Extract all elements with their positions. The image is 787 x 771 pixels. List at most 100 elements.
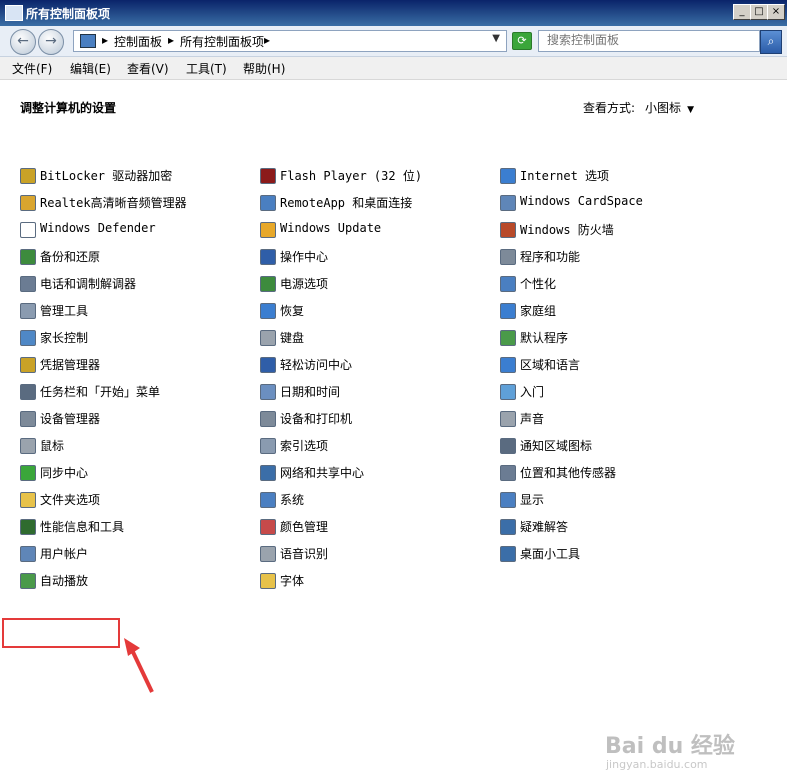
control-panel-item-label: 通知区域图标 (520, 439, 593, 453)
search-input[interactable] (539, 31, 747, 49)
control-panel-item-label: 字体 (280, 574, 305, 588)
taskbar-icon (20, 384, 36, 400)
close-button[interactable]: × (767, 4, 785, 20)
sync-center-icon (20, 465, 36, 481)
control-panel-item-label: 默认程序 (520, 331, 569, 345)
search-button[interactable]: ⌕ (760, 30, 782, 54)
menu-view[interactable]: 查看(V) (127, 60, 169, 77)
flash-player-icon (260, 168, 276, 184)
indexing-icon (260, 438, 276, 454)
control-panel-icon (80, 34, 96, 48)
control-panel-item-label: 语音识别 (280, 547, 329, 561)
network-icon (260, 465, 276, 481)
control-panel-item-label: RemoteApp 和桌面连接 (280, 196, 413, 210)
minimize-button[interactable]: _ (733, 4, 751, 20)
refresh-icon: ⟳ (517, 34, 527, 47)
control-panel-item-label: 恢复 (280, 304, 305, 318)
view-mode-value[interactable]: 小图标 (645, 101, 681, 115)
watermark-brand: Bai du 经验 (605, 734, 735, 759)
breadcrumb-control-panel[interactable]: 控制面板 (114, 33, 162, 50)
control-panel-item-label: 系统 (280, 493, 305, 507)
search-box[interactable] (538, 30, 760, 52)
control-panel-item-label: 家长控制 (40, 331, 89, 345)
breadcrumb-separator: ▸ (264, 33, 271, 47)
title-bar: 所有控制面板项 _ □ × (0, 0, 787, 26)
control-panel-item-label: 操作中心 (280, 250, 329, 264)
back-button[interactable]: ← (10, 29, 36, 55)
control-panel-item-label: 任务栏和「开始」菜单 (40, 385, 161, 399)
search-icon: ⌕ (767, 34, 775, 48)
maximize-button[interactable]: □ (750, 4, 768, 20)
control-panel-item-label: 管理工具 (40, 304, 89, 318)
homegroup-icon (500, 303, 516, 319)
control-panel-item-label: Realtek高清晰音频管理器 (40, 196, 187, 210)
control-panel-item-label: Internet 选项 (520, 169, 610, 183)
ease-of-access-icon (260, 357, 276, 373)
device-manager-icon (20, 411, 36, 427)
breadcrumb-all-items[interactable]: 所有控制面板项 (180, 33, 264, 50)
printer-icon (260, 411, 276, 427)
programs-icon (500, 249, 516, 265)
control-panel-item-label: 个性化 (520, 277, 557, 291)
phone-modem-icon (20, 276, 36, 292)
control-panel-item-label: 用户帐户 (40, 547, 89, 561)
troubleshooting-icon (500, 519, 516, 535)
menu-help[interactable]: 帮助(H) (243, 60, 285, 77)
control-panel-item-label: Windows Defender (40, 221, 156, 235)
red-arrow-icon (124, 638, 154, 693)
control-panel-item-label: 电话和调制解调器 (40, 277, 137, 291)
control-panel-item-label: 网络和共享中心 (280, 466, 365, 480)
control-panel-item-label: BitLocker 驱动器加密 (40, 169, 173, 183)
content-area: 调整计算机的设置 查看方式: 小图标 ▼ BitLocker 驱动器加密 Realte… (0, 80, 787, 771)
color-management-icon (260, 519, 276, 535)
control-panel-icon (5, 5, 23, 21)
navigation-bar: ← → ▸ 控制面板 ▸ 所有控制面板项 ▸ ▼ ⟳ ⌕ (0, 26, 787, 57)
getting-started-icon (500, 384, 516, 400)
location-sensors-icon (500, 465, 516, 481)
menu-file[interactable]: 文件(F) (12, 60, 52, 77)
power-options-icon (260, 276, 276, 292)
chevron-down-icon[interactable]: ▼ (492, 33, 500, 44)
control-panel-item-label: Windows CardSpace (520, 194, 643, 208)
control-panel-item-label: 设备管理器 (40, 412, 101, 426)
control-panel-item-label: 电源选项 (280, 277, 329, 291)
fonts-icon (260, 573, 276, 589)
address-bar[interactable]: ▸ 控制面板 ▸ 所有控制面板项 ▸ ▼ (73, 30, 507, 52)
action-center-icon (260, 249, 276, 265)
defender-icon (20, 222, 36, 238)
control-panel-item-label: 家庭组 (520, 304, 557, 318)
user-accounts-icon (20, 546, 36, 562)
menu-tools[interactable]: 工具(T) (186, 60, 227, 77)
mouse-icon (20, 438, 36, 454)
window-title: 所有控制面板项 (26, 7, 111, 21)
control-panel-item-label: 鼠标 (40, 439, 65, 453)
menu-edit[interactable]: 编辑(E) (70, 60, 111, 77)
control-panel-item-label: 位置和其他传感器 (520, 466, 617, 480)
control-panel-item-label: 显示 (520, 493, 545, 507)
watermark-url: jingyan.baidu.com (606, 758, 708, 771)
internet-options-icon (500, 168, 516, 184)
display-icon (500, 492, 516, 508)
control-panel-item-label: 桌面小工具 (520, 547, 581, 561)
notification-icon (500, 438, 516, 454)
highlight-box (2, 618, 120, 648)
control-panel-item-label: 凭据管理器 (40, 358, 101, 372)
control-panel-item-label: 键盘 (280, 331, 305, 345)
control-panel-item-label: 区域和语言 (520, 358, 581, 372)
refresh-button[interactable]: ⟳ (512, 32, 532, 50)
chevron-down-icon[interactable]: ▼ (687, 105, 694, 115)
control-panel-item-label: 设备和打印机 (280, 412, 353, 426)
autoplay-icon (20, 573, 36, 589)
backup-icon (20, 249, 36, 265)
forward-button[interactable]: → (38, 29, 64, 55)
speech-icon (260, 546, 276, 562)
remoteapp-icon (260, 195, 276, 211)
menu-bar: 文件(F) 编辑(E) 查看(V) 工具(T) 帮助(H) (0, 57, 787, 80)
recovery-icon (260, 303, 276, 319)
breadcrumb-separator: ▸ (168, 33, 175, 47)
default-programs-icon (500, 330, 516, 346)
personalization-icon (500, 276, 516, 292)
credential-manager-icon (20, 357, 36, 373)
parental-control-icon (20, 330, 36, 346)
view-mode-selector[interactable]: 查看方式: 小图标 ▼ (583, 99, 694, 116)
